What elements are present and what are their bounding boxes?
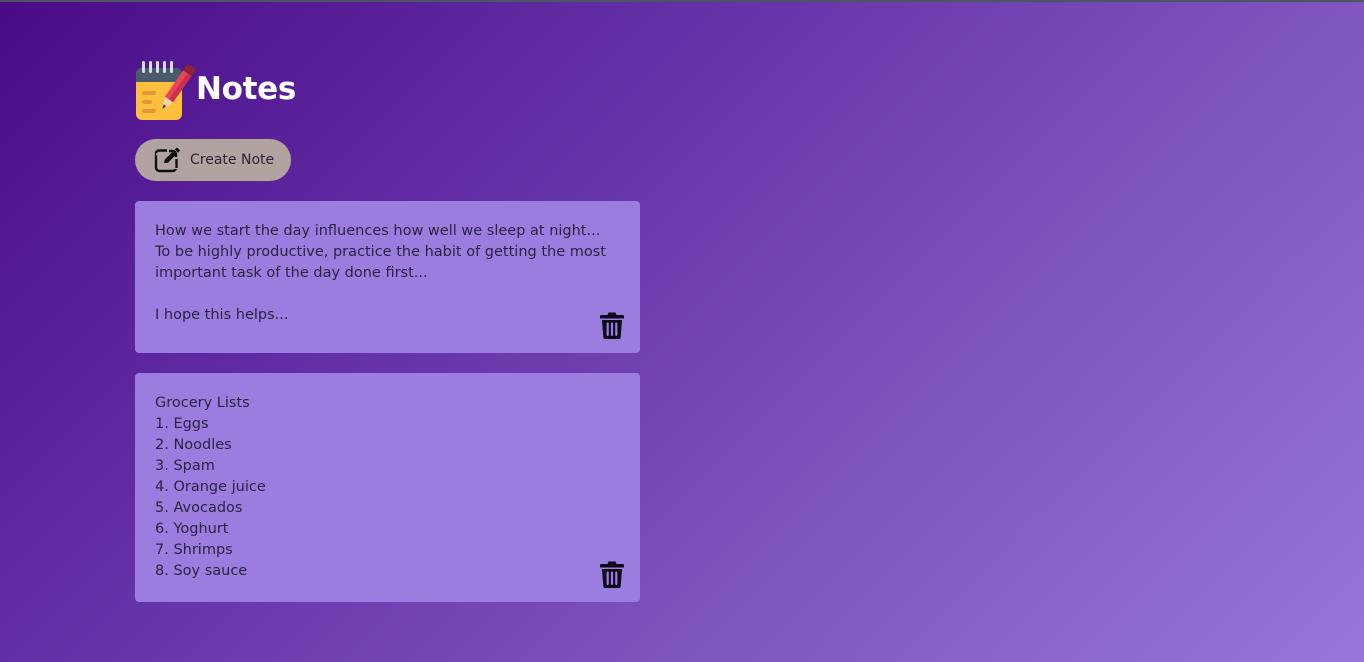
- notes-list: How we start the day influences how well…: [135, 201, 640, 602]
- note-card[interactable]: How we start the day influences how well…: [135, 201, 640, 353]
- app-header: Notes: [135, 57, 640, 121]
- notes-app: Notes Create Note How we start the day i…: [135, 57, 640, 622]
- note-card[interactable]: Grocery Lists 1. Eggs 2. Noodles 3. Spam…: [135, 373, 640, 602]
- delete-note-button[interactable]: [600, 312, 624, 339]
- trash-icon: [600, 561, 624, 588]
- create-note-label: Create Note: [190, 152, 275, 168]
- note-text[interactable]: Grocery Lists 1. Eggs 2. Noodles 3. Spam…: [155, 393, 620, 582]
- trash-icon: [600, 312, 624, 339]
- note-text[interactable]: How we start the day influences how well…: [155, 221, 620, 326]
- page-title: Notes: [196, 71, 297, 107]
- edit-note-icon: [154, 147, 180, 173]
- notepad-pencil-icon: [136, 61, 195, 120]
- create-note-button[interactable]: Create Note: [135, 139, 291, 181]
- delete-note-button[interactable]: [600, 561, 624, 588]
